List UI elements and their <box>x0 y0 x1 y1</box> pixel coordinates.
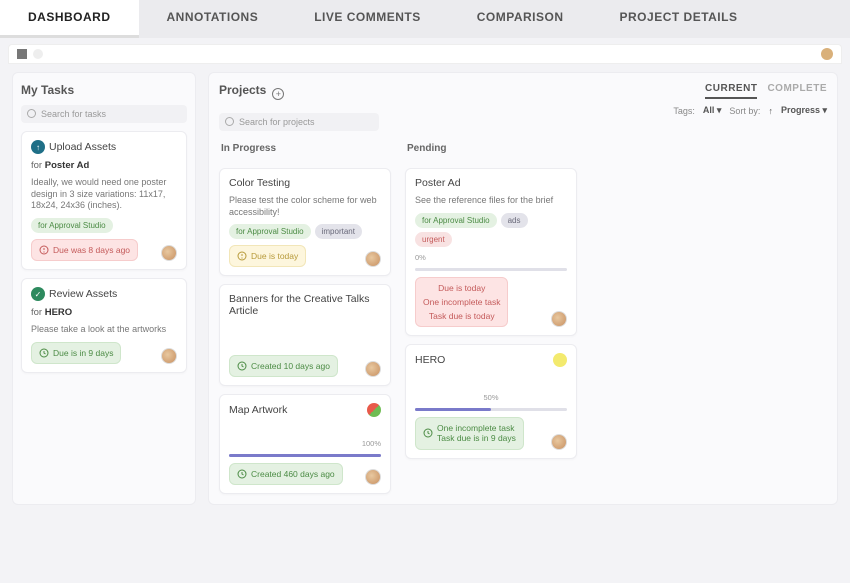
column-in-progress: In Progress Color Testing Please test th… <box>219 139 391 494</box>
subtab-complete[interactable]: COMPLETE <box>767 83 827 99</box>
tasks-search-placeholder: Search for tasks <box>41 109 106 119</box>
add-project-button[interactable]: + <box>272 88 284 100</box>
task-card[interactable]: ✓ Review Assets for HERO Please take a l… <box>21 278 187 373</box>
project-pill: important <box>315 224 362 239</box>
sort-field[interactable]: Progress ▾ <box>781 105 827 116</box>
alert-icon <box>237 251 247 261</box>
task-pill: for Approval Studio <box>31 218 113 233</box>
project-card[interactable]: HERO 50% One incomplete task Task d <box>405 344 577 458</box>
search-icon <box>27 109 37 119</box>
alert-icon <box>39 245 49 255</box>
tags-label: Tags: <box>673 106 695 116</box>
status-dot <box>553 353 567 367</box>
projects-search-placeholder: Search for projects <box>239 117 315 127</box>
clock-icon <box>237 469 247 479</box>
progress-label: 100% <box>229 439 381 448</box>
sort-label: Sort by: <box>729 106 760 116</box>
task-for: for Poster Ad <box>31 160 177 171</box>
project-status: Due is today One incomplete task Task du… <box>415 277 508 328</box>
project-status: Created 10 days ago <box>229 355 338 377</box>
search-icon <box>225 117 235 127</box>
tab-live-comments[interactable]: LIVE COMMENTS <box>286 0 449 38</box>
current-user-avatar[interactable] <box>821 48 833 60</box>
project-title: Color Testing <box>229 177 381 189</box>
my-tasks-heading: My Tasks <box>21 83 187 97</box>
column-heading: In Progress <box>221 143 391 154</box>
tab-comparison[interactable]: COMPARISON <box>449 0 592 38</box>
progress-bar <box>415 408 567 411</box>
projects-panel: Projects + CURRENT COMPLETE Tags: All ▾ … <box>208 72 838 505</box>
avatar <box>365 469 381 485</box>
task-card[interactable]: ↑ Upload Assets for Poster Ad Ideally, w… <box>21 131 187 270</box>
task-for: for HERO <box>31 307 177 318</box>
project-title: HERO <box>415 354 445 366</box>
task-status: Due is in 9 days <box>31 342 121 364</box>
app-logo <box>17 49 27 59</box>
projects-search[interactable]: Search for projects <box>219 113 379 131</box>
column-pending: Pending Poster Ad See the reference file… <box>405 139 577 494</box>
project-desc: Please test the color scheme for web acc… <box>229 195 381 218</box>
avatar <box>365 251 381 267</box>
sort-direction[interactable]: ↑ <box>768 106 773 116</box>
task-title: Upload Assets <box>49 141 116 153</box>
project-desc: See the reference files for the brief <box>415 195 567 207</box>
progress-bar <box>415 268 567 271</box>
project-card[interactable]: Poster Ad See the reference files for th… <box>405 168 577 336</box>
task-title: Review Assets <box>49 288 117 300</box>
projects-filters: CURRENT COMPLETE Tags: All ▾ Sort by: ↑ … <box>673 83 827 116</box>
brand-dot <box>33 49 43 59</box>
avatar <box>365 361 381 377</box>
tab-project-details[interactable]: PROJECT DETAILS <box>592 0 766 38</box>
project-card[interactable]: Color Testing Please test the color sche… <box>219 168 391 276</box>
clock-icon <box>39 348 49 358</box>
projects-heading: Projects <box>219 83 266 97</box>
project-pill: for Approval Studio <box>229 224 311 239</box>
project-status: Created 460 days ago <box>229 463 343 485</box>
project-title: Map Artwork <box>229 404 287 416</box>
my-tasks-panel: My Tasks Search for tasks ↑ Upload Asset… <box>12 72 196 505</box>
top-nav: DASHBOARD ANNOTATIONS LIVE COMMENTS COMP… <box>0 0 850 38</box>
clock-icon <box>237 361 247 371</box>
avatar <box>161 348 177 364</box>
subtab-current[interactable]: CURRENT <box>705 83 757 99</box>
upload-icon: ↑ <box>31 140 45 154</box>
clock-icon <box>423 428 433 438</box>
project-pill: urgent <box>415 232 452 247</box>
project-title: Poster Ad <box>415 177 567 189</box>
project-card[interactable]: Map Artwork 100% Created 460 days ago <box>219 394 391 494</box>
avatar <box>551 311 567 327</box>
task-desc: Please take a look at the artworks <box>31 324 177 336</box>
status-dot <box>367 403 381 417</box>
titlebar <box>8 44 842 64</box>
avatar <box>161 245 177 261</box>
task-status: Due was 8 days ago <box>31 239 138 261</box>
tab-annotations[interactable]: ANNOTATIONS <box>139 0 287 38</box>
task-desc: Ideally, we would need one poster design… <box>31 177 177 212</box>
project-status: Due is today <box>229 245 306 267</box>
project-title: Banners for the Creative Talks Article <box>229 293 381 317</box>
project-status: One incomplete task Task due is in 9 day… <box>415 417 524 449</box>
progress-bar <box>229 454 381 457</box>
tab-dashboard[interactable]: DASHBOARD <box>0 0 139 38</box>
column-heading: Pending <box>407 143 577 154</box>
project-pill: for Approval Studio <box>415 213 497 228</box>
progress-label: 50% <box>415 393 567 402</box>
project-card[interactable]: Banners for the Creative Talks Article C… <box>219 284 391 386</box>
project-pill: ads <box>501 213 528 228</box>
tags-filter[interactable]: All ▾ <box>703 105 722 116</box>
avatar <box>551 434 567 450</box>
progress-label: 0% <box>415 253 567 262</box>
tasks-search[interactable]: Search for tasks <box>21 105 187 123</box>
review-icon: ✓ <box>31 287 45 301</box>
